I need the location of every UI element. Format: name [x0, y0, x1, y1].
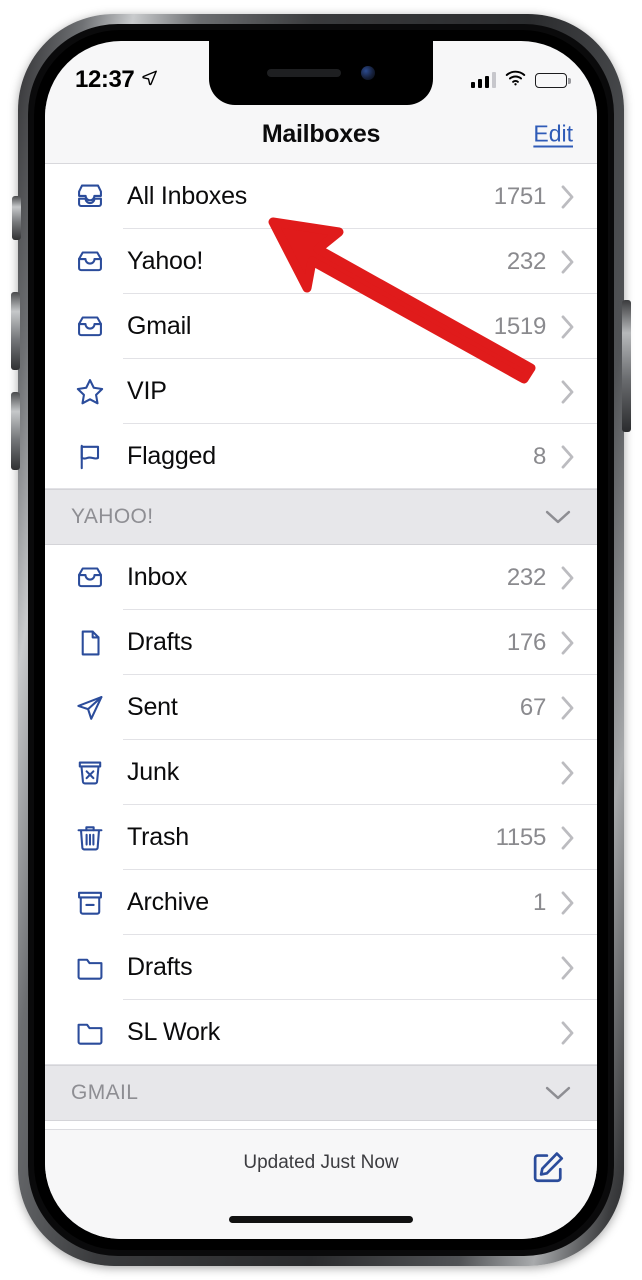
mailbox-row-yahoo-archive[interactable]: Archive 1 [45, 870, 597, 935]
mailbox-label: Flagged [127, 442, 216, 470]
mute-switch-button[interactable] [12, 196, 21, 240]
chevron-right-icon [560, 444, 575, 469]
mailbox-count: 1751 [493, 182, 547, 210]
folder-icon [68, 1013, 112, 1053]
volume-down-button[interactable] [11, 392, 20, 470]
page-title: Mailboxes [261, 119, 381, 148]
status-bar-clock: 12:37 [75, 66, 135, 93]
wifi-icon [505, 70, 526, 91]
notch [209, 41, 433, 105]
mailbox-count: 8 [532, 442, 546, 470]
mailbox-label: Drafts [127, 953, 193, 981]
mailbox-count: 1519 [493, 312, 547, 340]
home-indicator[interactable] [229, 1216, 413, 1223]
phone-screen: 12:37 Mailboxes Edit All Inboxes 1751 Ya… [45, 41, 597, 1239]
mailbox-count: 1 [532, 888, 546, 916]
compose-icon[interactable] [525, 1144, 571, 1190]
chevron-right-icon [560, 695, 575, 720]
status-bar-left: 12:37 [75, 66, 158, 94]
mailbox-label: Archive [127, 888, 209, 916]
section-header-label: GMAIL [71, 1081, 139, 1104]
chevron-right-icon [560, 314, 575, 339]
mailbox-list[interactable]: All Inboxes 1751 Yahoo! 232 Gmail 1519 V… [45, 164, 597, 1129]
chevron-right-icon [560, 890, 575, 915]
mailbox-label: Gmail [127, 312, 192, 340]
chevron-right-icon [560, 760, 575, 785]
mailbox-row-vip[interactable]: VIP [45, 359, 597, 424]
earpiece-speaker-icon [267, 69, 341, 77]
chevron-down-icon[interactable] [545, 509, 571, 525]
inbox-tray-icon [68, 558, 112, 598]
screenshot-stage: 12:37 Mailboxes Edit All Inboxes 1751 Ya… [0, 0, 642, 1280]
chevron-right-icon [560, 825, 575, 850]
folder-icon [68, 948, 112, 988]
cellular-signal-icon [470, 72, 496, 88]
mailbox-label: SL Work [127, 1018, 221, 1046]
status-bar-right [470, 70, 571, 91]
chevron-right-icon [560, 184, 575, 209]
mailbox-count: 67 [519, 693, 546, 721]
chevron-right-icon [560, 249, 575, 274]
update-status-text: Updated Just Now [243, 1152, 399, 1173]
chevron-right-icon [560, 1020, 575, 1045]
mailbox-row-yahoo[interactable]: Yahoo! 232 [45, 229, 597, 294]
section-header-label: YAHOO! [71, 505, 154, 528]
mailbox-count: 232 [506, 247, 546, 275]
mailbox-row-gmail[interactable]: Gmail 1519 [45, 294, 597, 359]
star-icon [68, 372, 112, 412]
section-header-gmail[interactable]: GMAIL [45, 1065, 597, 1121]
inbox-tray-icon [68, 242, 112, 282]
section-header-yahoo[interactable]: YAHOO! [45, 489, 597, 545]
mailbox-label: Junk [127, 758, 180, 786]
mailbox-label: Sent [127, 693, 178, 721]
chevron-right-icon [560, 955, 575, 980]
mailbox-label: Yahoo! [127, 247, 204, 275]
drafts-doc-icon [68, 623, 112, 663]
navbar-divider [45, 163, 597, 164]
mailbox-row-all-inboxes[interactable]: All Inboxes 1751 [45, 164, 597, 229]
mailbox-row-flagged[interactable]: Flagged 8 [45, 424, 597, 489]
archive-icon [68, 883, 112, 923]
mailbox-label: Drafts [127, 628, 193, 656]
battery-low-icon [535, 72, 571, 88]
trash-icon [68, 818, 112, 858]
inbox-tray-icon [68, 307, 112, 347]
chevron-right-icon [560, 565, 575, 590]
mailbox-row-yahoo-junk[interactable]: Junk [45, 740, 597, 805]
mailbox-row-yahoo-sl-work[interactable]: SL Work [45, 1000, 597, 1065]
chevron-right-icon [560, 379, 575, 404]
mailbox-count: 1155 [495, 823, 547, 851]
mailbox-label: All Inboxes [127, 182, 248, 210]
all-inboxes-icon [68, 177, 112, 217]
front-camera-icon [361, 66, 375, 80]
mailbox-row-yahoo-sent[interactable]: Sent 67 [45, 675, 597, 740]
mailbox-count: 176 [506, 628, 546, 656]
mailbox-row-yahoo-trash[interactable]: Trash 1155 [45, 805, 597, 870]
chevron-right-icon [560, 630, 575, 655]
mailbox-row-yahoo-drafts[interactable]: Drafts 176 [45, 610, 597, 675]
chevron-down-icon[interactable] [545, 1085, 571, 1101]
power-button[interactable] [622, 300, 631, 432]
sent-plane-icon [68, 688, 112, 728]
location-arrow-icon [141, 69, 158, 91]
mailbox-row-yahoo-inbox[interactable]: Inbox 232 [45, 545, 597, 610]
mailbox-count: 232 [506, 563, 546, 591]
volume-up-button[interactable] [11, 292, 20, 370]
mailbox-label: Trash [127, 823, 189, 851]
mailbox-label: VIP [127, 377, 167, 405]
edit-button[interactable]: Edit [533, 121, 573, 148]
bottom-toolbar: Updated Just Now [45, 1129, 597, 1239]
navigation-bar: Mailboxes Edit [45, 105, 597, 163]
junk-icon [68, 753, 112, 793]
mailbox-label: Inbox [127, 563, 188, 591]
mailbox-row-yahoo-drafts-folder[interactable]: Drafts [45, 935, 597, 1000]
flag-icon [68, 437, 112, 477]
